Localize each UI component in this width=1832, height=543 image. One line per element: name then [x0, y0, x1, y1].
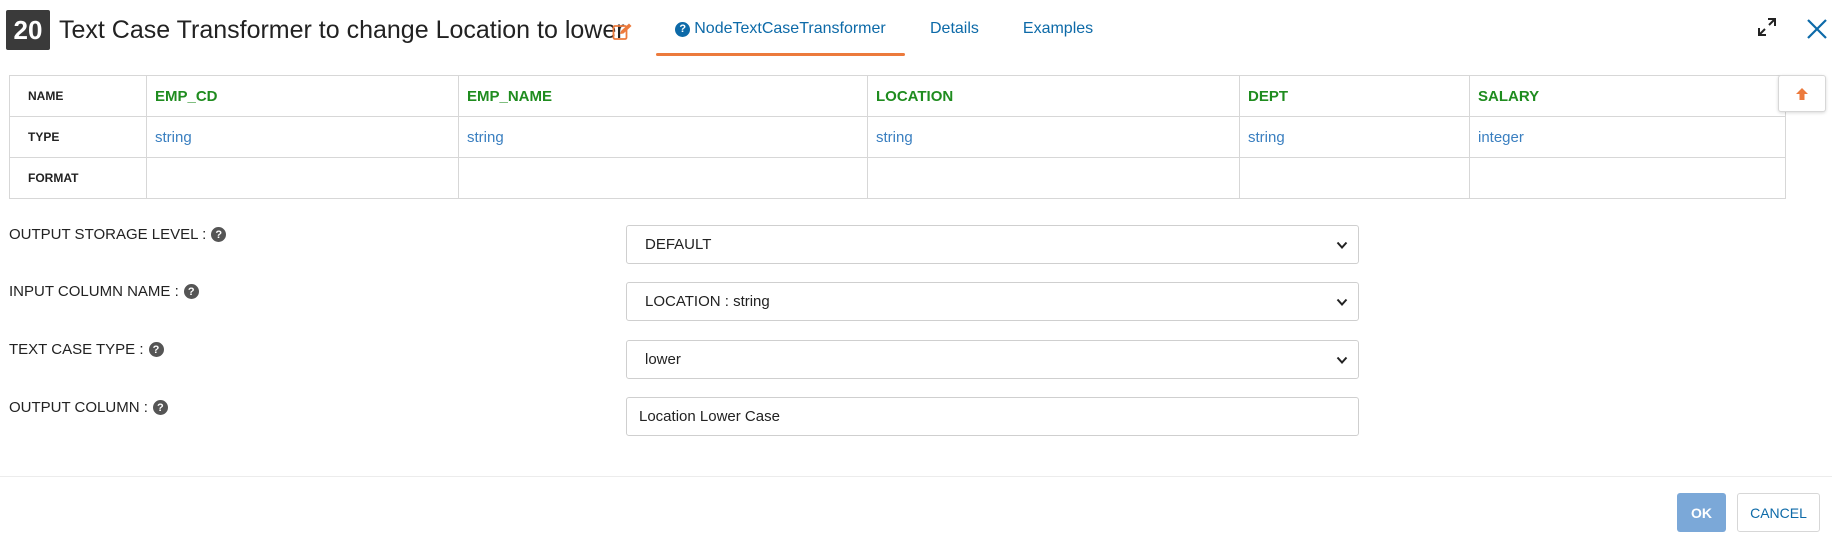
question-circle-icon[interactable]: ?	[211, 227, 227, 242]
column-name-cell: SALARY	[1469, 75, 1786, 117]
schema-row-format: FORMAT	[9, 157, 1786, 199]
input-column-name-select[interactable]: LOCATION : string	[626, 282, 1359, 321]
output-storage-level-label: OUTPUT STORAGE LEVEL : ?	[9, 226, 227, 243]
dialog-header: 20 Text Case Transformer to change Locat…	[0, 0, 1832, 62]
column-format-cell	[867, 157, 1240, 199]
edit-icon[interactable]	[612, 22, 634, 42]
column-name-cell: LOCATION	[867, 75, 1240, 117]
column-type-cell: integer	[1469, 116, 1786, 158]
column-format-cell	[458, 157, 868, 199]
footer-divider	[0, 476, 1832, 477]
column-name-cell: EMP_NAME	[458, 75, 868, 117]
question-circle-icon[interactable]: ?	[183, 284, 199, 299]
column-type-cell: string	[458, 116, 868, 158]
chevron-down-icon	[1336, 356, 1348, 364]
tab-label: Examples	[1022, 20, 1094, 37]
column-format-cell	[1239, 157, 1470, 199]
chevron-down-icon	[1336, 241, 1348, 249]
question-circle-icon[interactable]: ?	[148, 342, 164, 357]
column-format-cell	[1469, 157, 1786, 199]
output-column-label: OUTPUT COLUMN : ?	[9, 399, 168, 416]
schema-table: NAME EMP_CD EMP_NAME LOCATION DEPT SALAR…	[9, 75, 1786, 199]
text-case-type-label: TEXT CASE TYPE : ?	[9, 341, 164, 358]
column-type-cell: string	[867, 116, 1240, 158]
column-type-cell: string	[1239, 116, 1470, 158]
schema-row-name: NAME EMP_CD EMP_NAME LOCATION DEPT SALAR…	[9, 75, 1786, 117]
row-label-name: NAME	[9, 75, 147, 117]
text-case-type-select[interactable]: lower	[626, 340, 1359, 379]
question-circle-icon: ?	[675, 21, 691, 37]
column-name-cell: EMP_CD	[146, 75, 459, 117]
column-format-cell	[146, 157, 459, 199]
output-column-input[interactable]: Location Lower Case	[626, 397, 1359, 436]
chevron-down-icon	[1336, 298, 1348, 306]
ok-button[interactable]: OK	[1677, 493, 1726, 532]
tab-label: Details	[930, 20, 979, 37]
node-title: Text Case Transformer to change Location…	[59, 16, 625, 44]
question-circle-icon[interactable]: ?	[152, 400, 168, 415]
arrow-up-icon	[1796, 87, 1808, 100]
cancel-button[interactable]: CANCEL	[1737, 493, 1820, 532]
tab-details[interactable]: Details	[914, 0, 995, 58]
row-label-type: TYPE	[9, 116, 147, 158]
scroll-up-button[interactable]	[1778, 75, 1826, 112]
tab-label: NodeTextCaseTransformer	[694, 20, 886, 37]
column-name-cell: DEPT	[1239, 75, 1470, 117]
column-type-cell: string	[146, 116, 459, 158]
schema-row-type: TYPE string string string string integer	[9, 116, 1786, 158]
tab-nodetextcasetransformer[interactable]: ? NodeTextCaseTransformer	[656, 0, 905, 58]
input-column-name-label: INPUT COLUMN NAME : ?	[9, 283, 199, 300]
output-storage-level-select[interactable]: DEFAULT	[626, 225, 1359, 264]
expand-icon[interactable]	[1756, 16, 1778, 38]
node-number-badge: 20	[6, 10, 50, 50]
tab-examples[interactable]: Examples	[1007, 0, 1109, 58]
close-icon[interactable]	[1804, 16, 1830, 42]
row-label-format: FORMAT	[9, 157, 147, 199]
tab-bar: ? NodeTextCaseTransformer Details Exampl…	[656, 0, 1109, 58]
